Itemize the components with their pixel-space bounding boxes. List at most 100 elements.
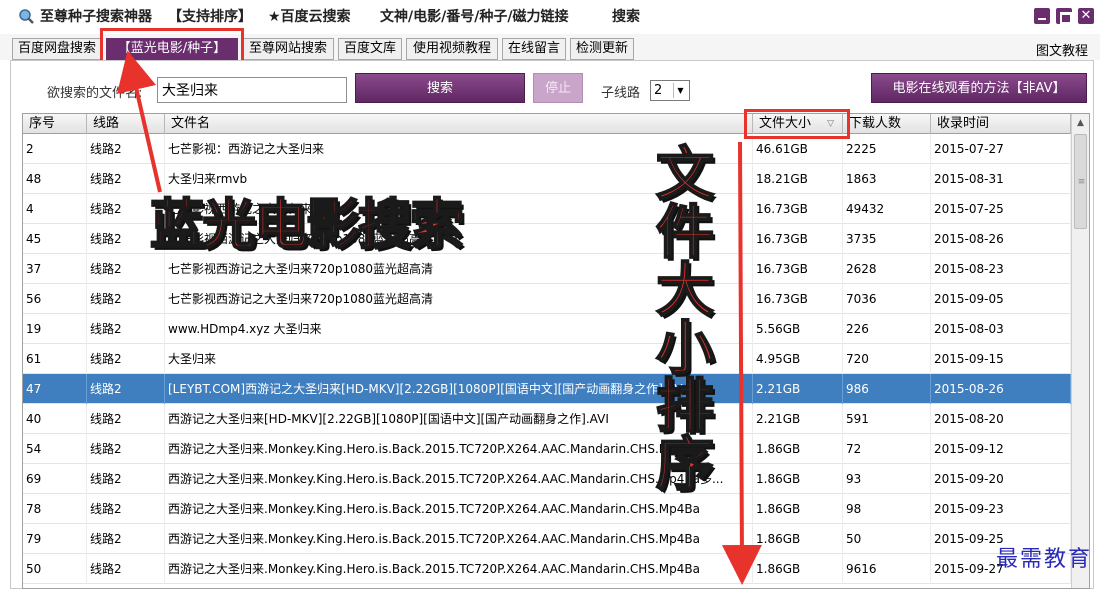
stop-button[interactable]: 停止 (533, 73, 583, 103)
table-row[interactable]: 54 线路2 西游记之大圣归来.Monkey.King.Hero.is.Back.2… (23, 434, 1071, 464)
row-date: 2015-08-23 (931, 254, 1071, 284)
col-route[interactable]: 线路 (87, 114, 165, 134)
row-downloads: 1863 (843, 164, 931, 194)
row-index: 56 (23, 284, 87, 314)
row-downloads: 2225 (843, 134, 931, 164)
col-filename[interactable]: 文件名 (165, 114, 753, 134)
row-filesize: 2.21GB (753, 374, 843, 404)
row-index: 69 (23, 464, 87, 494)
row-downloads: 2628 (843, 254, 931, 284)
maximize-button[interactable] (1056, 8, 1072, 24)
tab-baidu-wenku[interactable]: 百度文库 (338, 38, 402, 60)
row-downloads: 7036 (843, 284, 931, 314)
row-date: 2015-08-20 (931, 404, 1071, 434)
thread-label: 子线路 (601, 86, 641, 101)
search-button[interactable]: 搜索 (355, 73, 525, 103)
row-downloads: 98 (843, 494, 931, 524)
row-filesize: 2.21GB (753, 404, 843, 434)
magnifier-app-icon (19, 9, 34, 24)
highlight-box-filesize (744, 109, 850, 139)
row-route: 线路2 (87, 554, 165, 584)
table-row[interactable]: 79 线路2 西游记之大圣归来.Monkey.King.Hero.is.Back.2… (23, 524, 1071, 554)
tab-site-search[interactable]: 至尊网站搜索 (242, 38, 334, 60)
close-button[interactable]: ✕ (1078, 8, 1094, 24)
row-downloads: 72 (843, 434, 931, 464)
row-filesize: 18.21GB (753, 164, 843, 194)
row-index: 78 (23, 494, 87, 524)
row-downloads: 3735 (843, 224, 931, 254)
row-downloads: 591 (843, 404, 931, 434)
table-row[interactable]: 47 线路2 [LEYBT.COM]西游记之大圣归来[HD-MKV][2.22GB]… (23, 374, 1071, 404)
row-date: 2015-09-20 (931, 464, 1071, 494)
grip-icon: ≡ (1077, 177, 1086, 187)
annotation-bluray-search: 蓝光电影搜索 (149, 192, 465, 257)
row-index: 37 (23, 254, 87, 284)
tutorial-link[interactable]: 图文教程 (1036, 40, 1088, 59)
row-route: 线路2 (87, 374, 165, 404)
title-keywords: 文神/电影/番号/种子/磁力链接 (380, 9, 569, 25)
col-index[interactable]: 序号 (23, 114, 87, 134)
row-route: 线路2 (87, 404, 165, 434)
row-index: 48 (23, 164, 87, 194)
row-route: 线路2 (87, 464, 165, 494)
col-date[interactable]: 收录时间 (931, 114, 1071, 134)
table-row[interactable]: 78 线路2 西游记之大圣归来.Monkey.King.Hero.is.Back.2… (23, 494, 1071, 524)
tab-check-update[interactable]: 检测更新 (570, 38, 634, 60)
row-index: 19 (23, 314, 87, 344)
search-label: 欲搜索的文件名: (47, 86, 143, 101)
minimize-button[interactable] (1034, 8, 1050, 24)
row-route: 线路2 (87, 524, 165, 554)
row-route: 线路2 (87, 344, 165, 374)
row-date: 2015-08-26 (931, 374, 1071, 404)
movie-guide-button[interactable]: 电影在线观看的方法【非AV】 (871, 73, 1087, 103)
row-index: 54 (23, 434, 87, 464)
row-filesize: 16.73GB (753, 194, 843, 224)
watermark-text: 最需教育 (995, 547, 1092, 572)
row-route: 线路2 (87, 494, 165, 524)
scroll-thumb[interactable]: ≡ (1074, 134, 1087, 229)
chevron-down-icon: ▼ (673, 83, 687, 98)
table-row[interactable]: 40 线路2 西游记之大圣归来[HD-MKV][2.22GB][1080P][国语中… (23, 404, 1071, 434)
row-index: 50 (23, 554, 87, 584)
row-date: 2015-07-27 (931, 134, 1071, 164)
tab-message[interactable]: 在线留言 (502, 38, 566, 60)
row-route: 线路2 (87, 434, 165, 464)
row-date: 2015-09-23 (931, 494, 1071, 524)
row-filename: 西游记之大圣归来.Monkey.King.Hero.is.Back.2015.T… (165, 554, 753, 584)
row-filesize: 1.86GB (753, 464, 843, 494)
row-route: 线路2 (87, 134, 165, 164)
tab-video-tutorial[interactable]: 使用视频教程 (406, 38, 498, 60)
row-date: 2015-08-26 (931, 224, 1071, 254)
thread-value: 2 (654, 83, 663, 98)
table-row[interactable]: 19 线路2 www.HDmp4.xyz 大圣归来 5.56GB 226 2015-08-… (23, 314, 1071, 344)
row-downloads: 986 (843, 374, 931, 404)
row-index: 2 (23, 134, 87, 164)
table-row[interactable]: 50 线路2 西游记之大圣归来.Monkey.King.Hero.is.Back.2… (23, 554, 1071, 584)
row-index: 79 (23, 524, 87, 554)
row-date: 2015-09-05 (931, 284, 1071, 314)
table-row[interactable]: 2 线路2 七芒影视：西游记之大圣归来 46.61GB 2225 2015-07-27 (23, 134, 1071, 164)
row-filesize: 4.95GB (753, 344, 843, 374)
vertical-scrollbar[interactable]: ▲ ≡ (1071, 114, 1089, 588)
row-downloads: 50 (843, 524, 931, 554)
table-row[interactable]: 61 线路2 大圣归来 4.95GB 720 2015-09-15 (23, 344, 1071, 374)
row-date: 2015-08-03 (931, 314, 1071, 344)
thread-select[interactable]: 2 ▼ (650, 80, 690, 101)
row-index: 4 (23, 194, 87, 224)
row-index: 47 (23, 374, 87, 404)
row-route: 线路2 (87, 284, 165, 314)
row-index: 61 (23, 344, 87, 374)
row-filesize: 16.73GB (753, 284, 843, 314)
col-downloads[interactable]: 下载人数 (843, 114, 931, 134)
row-date: 2015-07-25 (931, 194, 1071, 224)
row-filesize: 1.86GB (753, 434, 843, 464)
search-input[interactable] (157, 77, 347, 103)
table-row[interactable]: 56 线路2 七芒影视西游记之大圣归来720p1080蓝光超高清 16.73GB 703… (23, 284, 1071, 314)
row-index: 45 (23, 224, 87, 254)
title-sort-support: 【支持排序】 (168, 9, 252, 25)
row-downloads: 226 (843, 314, 931, 344)
row-downloads: 720 (843, 344, 931, 374)
table-row[interactable]: 69 线路2 西游记之大圣归来.Monkey.King.Hero.is.Back.2… (23, 464, 1071, 494)
tab-baidu-pan[interactable]: 百度网盘搜索 (12, 38, 102, 60)
scroll-up-icon[interactable]: ▲ (1072, 114, 1089, 132)
